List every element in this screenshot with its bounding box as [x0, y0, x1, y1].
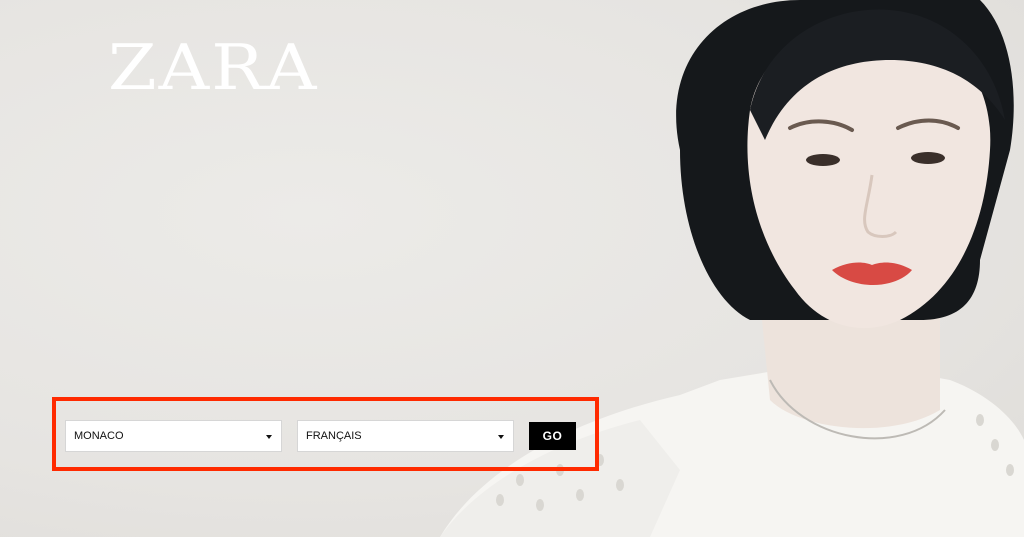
country-select-value: MONACO	[74, 430, 124, 442]
country-select[interactable]: MONACO	[65, 420, 282, 452]
go-button[interactable]: GO	[529, 422, 576, 450]
language-select[interactable]: FRANÇAIS	[297, 420, 514, 452]
brand-logo[interactable]: ZARA	[108, 36, 318, 99]
caret-down-icon	[498, 435, 504, 439]
landing-page: ZARA MONACO FRANÇAIS GO	[0, 0, 1024, 537]
caret-down-icon	[266, 435, 272, 439]
language-select-value: FRANÇAIS	[306, 430, 362, 442]
